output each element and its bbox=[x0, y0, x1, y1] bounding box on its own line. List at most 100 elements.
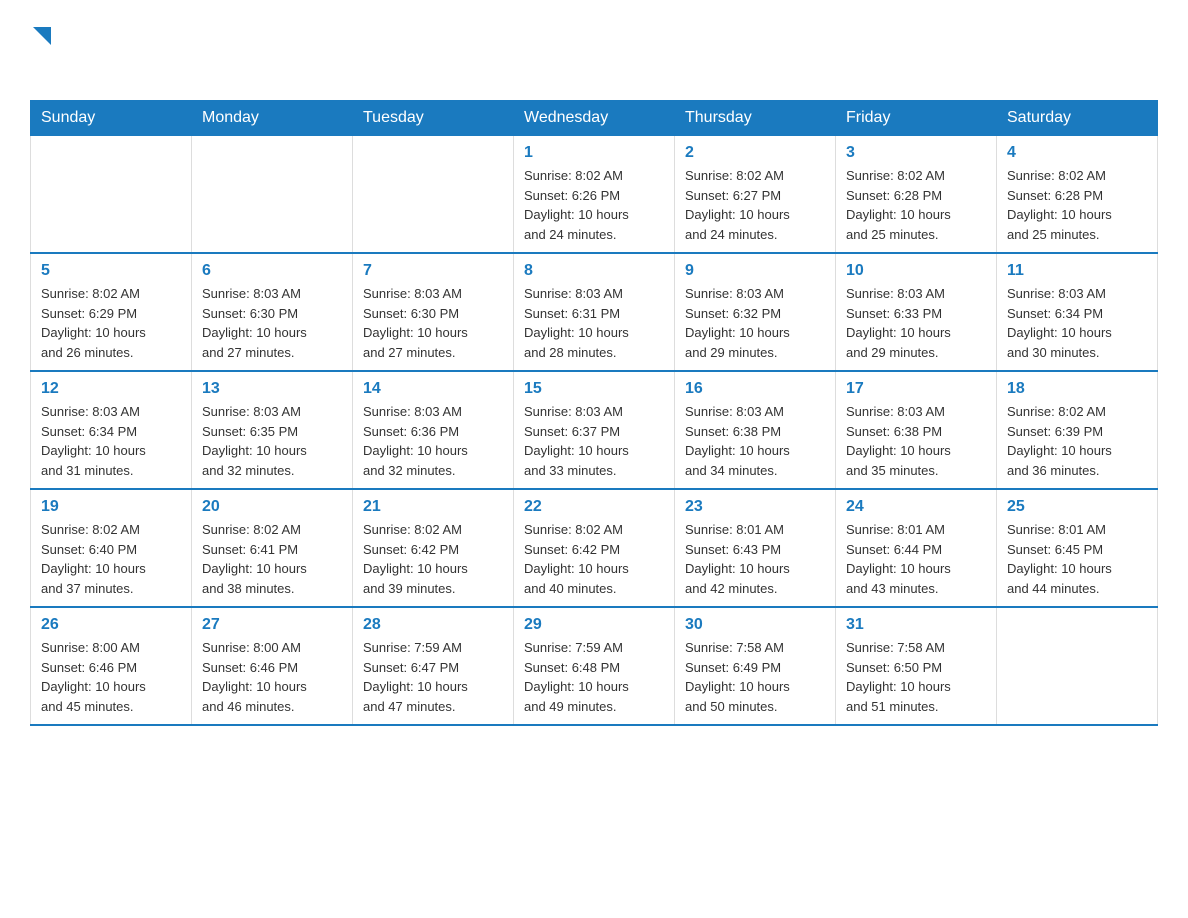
day-info: Sunrise: 8:03 AM Sunset: 6:36 PM Dayligh… bbox=[363, 402, 503, 480]
day-info: Sunrise: 8:02 AM Sunset: 6:42 PM Dayligh… bbox=[524, 520, 664, 598]
header-cell-saturday: Saturday bbox=[997, 101, 1158, 136]
day-number: 11 bbox=[1007, 262, 1147, 280]
day-info: Sunrise: 7:59 AM Sunset: 6:47 PM Dayligh… bbox=[363, 638, 503, 716]
day-cell: 15Sunrise: 8:03 AM Sunset: 6:37 PM Dayli… bbox=[514, 371, 675, 489]
week-row-3: 12 Sunrise: 8:03 AM Sunset: 6:34 PM Dayli… bbox=[31, 371, 1158, 489]
day-info: Sunrise: 8:03 AM Sunset: 6:30 PM Dayligh… bbox=[202, 284, 342, 362]
week-row-5: 26 Sunrise: 8:00 AM Sunset: 6:46 PM Dayli… bbox=[31, 607, 1158, 725]
day-number: 28 bbox=[363, 616, 503, 634]
day-number: 12 bbox=[41, 380, 181, 398]
day-cell: 30 Sunrise: 7:58 AM Sunset: 6:49 PM Dayli… bbox=[675, 607, 836, 725]
week-row-1: 1 Sunrise: 8:02 AM Sunset: 6:26 PM Daylig… bbox=[31, 136, 1158, 254]
day-cell: 12 Sunrise: 8:03 AM Sunset: 6:34 PM Dayli… bbox=[31, 371, 192, 489]
day-cell: 19 Sunrise: 8:02 AM Sunset: 6:40 PM Dayli… bbox=[31, 489, 192, 607]
day-number: 20 bbox=[202, 498, 342, 516]
day-number: 27 bbox=[202, 616, 342, 634]
day-number: 10 bbox=[846, 262, 986, 280]
day-info: Sunrise: 8:01 AM Sunset: 6:43 PM Dayligh… bbox=[685, 520, 825, 598]
day-number: 23 bbox=[685, 498, 825, 516]
page-header bbox=[30, 20, 1158, 82]
day-cell bbox=[353, 136, 514, 254]
day-number: 18 bbox=[1007, 380, 1147, 398]
day-cell: 13 Sunrise: 8:03 AM Sunset: 6:35 PM Dayli… bbox=[192, 371, 353, 489]
day-info: Sunrise: 8:03 AM Sunset: 6:34 PM Dayligh… bbox=[1007, 284, 1147, 362]
calendar-body: 1 Sunrise: 8:02 AM Sunset: 6:26 PM Daylig… bbox=[31, 136, 1158, 726]
day-number: 6 bbox=[202, 262, 342, 280]
day-number: 19 bbox=[41, 498, 181, 516]
day-number: 31 bbox=[846, 616, 986, 634]
day-info: Sunrise: 8:02 AM Sunset: 6:29 PM Dayligh… bbox=[41, 284, 181, 362]
header-cell-wednesday: Wednesday bbox=[514, 101, 675, 136]
day-info: Sunrise: 8:02 AM Sunset: 6:28 PM Dayligh… bbox=[1007, 166, 1147, 244]
day-cell: 22 Sunrise: 8:02 AM Sunset: 6:42 PM Dayli… bbox=[514, 489, 675, 607]
day-cell: 10 Sunrise: 8:03 AM Sunset: 6:33 PM Dayli… bbox=[836, 253, 997, 371]
day-number: 15 bbox=[524, 380, 664, 398]
day-info: Sunrise: 8:03 AM Sunset: 6:33 PM Dayligh… bbox=[846, 284, 986, 362]
day-cell: 7 Sunrise: 8:03 AM Sunset: 6:30 PM Daylig… bbox=[353, 253, 514, 371]
day-number: 22 bbox=[524, 498, 664, 516]
day-cell: 20 Sunrise: 8:02 AM Sunset: 6:41 PM Dayli… bbox=[192, 489, 353, 607]
day-number: 13 bbox=[202, 380, 342, 398]
day-info: Sunrise: 8:02 AM Sunset: 6:27 PM Dayligh… bbox=[685, 166, 825, 244]
day-cell: 23 Sunrise: 8:01 AM Sunset: 6:43 PM Dayli… bbox=[675, 489, 836, 607]
header-cell-tuesday: Tuesday bbox=[353, 101, 514, 136]
day-info: Sunrise: 8:02 AM Sunset: 6:26 PM Dayligh… bbox=[524, 166, 664, 244]
day-cell: 9 Sunrise: 8:03 AM Sunset: 6:32 PM Daylig… bbox=[675, 253, 836, 371]
day-cell: 6 Sunrise: 8:03 AM Sunset: 6:30 PM Daylig… bbox=[192, 253, 353, 371]
day-number: 29 bbox=[524, 616, 664, 634]
day-info: Sunrise: 8:03 AM Sunset: 6:30 PM Dayligh… bbox=[363, 284, 503, 362]
day-cell: 24 Sunrise: 8:01 AM Sunset: 6:44 PM Dayli… bbox=[836, 489, 997, 607]
logo bbox=[30, 20, 51, 82]
day-number: 16 bbox=[685, 380, 825, 398]
day-info: Sunrise: 8:03 AM Sunset: 6:31 PM Dayligh… bbox=[524, 284, 664, 362]
day-number: 7 bbox=[363, 262, 503, 280]
day-cell: 16Sunrise: 8:03 AM Sunset: 6:38 PM Dayli… bbox=[675, 371, 836, 489]
day-cell: 11 Sunrise: 8:03 AM Sunset: 6:34 PM Dayli… bbox=[997, 253, 1158, 371]
day-info: Sunrise: 8:03 AM Sunset: 6:34 PM Dayligh… bbox=[41, 402, 181, 480]
header-cell-friday: Friday bbox=[836, 101, 997, 136]
day-info: Sunrise: 7:59 AM Sunset: 6:48 PM Dayligh… bbox=[524, 638, 664, 716]
day-cell: 21 Sunrise: 8:02 AM Sunset: 6:42 PM Dayli… bbox=[353, 489, 514, 607]
week-row-2: 5Sunrise: 8:02 AM Sunset: 6:29 PM Daylig… bbox=[31, 253, 1158, 371]
calendar-header: SundayMondayTuesdayWednesdayThursdayFrid… bbox=[31, 101, 1158, 136]
day-cell: 31Sunrise: 7:58 AM Sunset: 6:50 PM Dayli… bbox=[836, 607, 997, 725]
day-info: Sunrise: 8:00 AM Sunset: 6:46 PM Dayligh… bbox=[41, 638, 181, 716]
day-cell: 14 Sunrise: 8:03 AM Sunset: 6:36 PM Dayli… bbox=[353, 371, 514, 489]
calendar-table: SundayMondayTuesdayWednesdayThursdayFrid… bbox=[30, 100, 1158, 726]
day-cell: 27Sunrise: 8:00 AM Sunset: 6:46 PM Dayli… bbox=[192, 607, 353, 725]
day-info: Sunrise: 8:01 AM Sunset: 6:44 PM Dayligh… bbox=[846, 520, 986, 598]
day-info: Sunrise: 8:03 AM Sunset: 6:32 PM Dayligh… bbox=[685, 284, 825, 362]
day-cell bbox=[192, 136, 353, 254]
day-cell: 25 Sunrise: 8:01 AM Sunset: 6:45 PM Dayli… bbox=[997, 489, 1158, 607]
day-cell: 29 Sunrise: 7:59 AM Sunset: 6:48 PM Dayli… bbox=[514, 607, 675, 725]
day-info: Sunrise: 7:58 AM Sunset: 6:49 PM Dayligh… bbox=[685, 638, 825, 716]
day-info: Sunrise: 8:03 AM Sunset: 6:38 PM Dayligh… bbox=[846, 402, 986, 480]
day-number: 30 bbox=[685, 616, 825, 634]
day-cell: 8 Sunrise: 8:03 AM Sunset: 6:31 PM Daylig… bbox=[514, 253, 675, 371]
day-cell: 3Sunrise: 8:02 AM Sunset: 6:28 PM Daylig… bbox=[836, 136, 997, 254]
day-number: 24 bbox=[846, 498, 986, 516]
day-number: 17 bbox=[846, 380, 986, 398]
day-number: 4 bbox=[1007, 144, 1147, 162]
day-info: Sunrise: 8:02 AM Sunset: 6:40 PM Dayligh… bbox=[41, 520, 181, 598]
day-number: 8 bbox=[524, 262, 664, 280]
day-info: Sunrise: 8:03 AM Sunset: 6:35 PM Dayligh… bbox=[202, 402, 342, 480]
day-number: 1 bbox=[524, 144, 664, 162]
header-cell-monday: Monday bbox=[192, 101, 353, 136]
day-cell: 2 Sunrise: 8:02 AM Sunset: 6:27 PM Daylig… bbox=[675, 136, 836, 254]
header-cell-thursday: Thursday bbox=[675, 101, 836, 136]
day-number: 26 bbox=[41, 616, 181, 634]
day-cell: 28 Sunrise: 7:59 AM Sunset: 6:47 PM Dayli… bbox=[353, 607, 514, 725]
day-number: 9 bbox=[685, 262, 825, 280]
day-number: 14 bbox=[363, 380, 503, 398]
day-info: Sunrise: 8:02 AM Sunset: 6:28 PM Dayligh… bbox=[846, 166, 986, 244]
day-info: Sunrise: 8:02 AM Sunset: 6:41 PM Dayligh… bbox=[202, 520, 342, 598]
day-cell: 4 Sunrise: 8:02 AM Sunset: 6:28 PM Daylig… bbox=[997, 136, 1158, 254]
day-info: Sunrise: 8:02 AM Sunset: 6:42 PM Dayligh… bbox=[363, 520, 503, 598]
day-number: 25 bbox=[1007, 498, 1147, 516]
logo-triangle-icon bbox=[33, 22, 51, 50]
day-number: 21 bbox=[363, 498, 503, 516]
day-info: Sunrise: 8:01 AM Sunset: 6:45 PM Dayligh… bbox=[1007, 520, 1147, 598]
day-number: 2 bbox=[685, 144, 825, 162]
week-row-4: 19 Sunrise: 8:02 AM Sunset: 6:40 PM Dayli… bbox=[31, 489, 1158, 607]
